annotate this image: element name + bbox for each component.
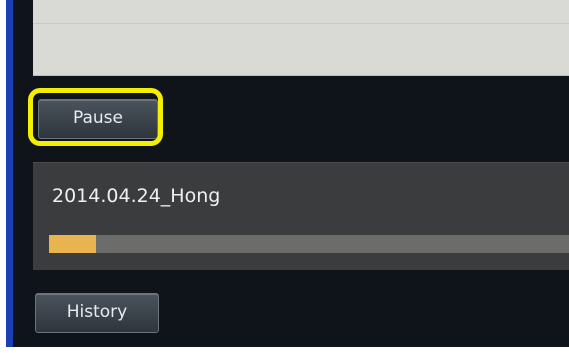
window-left-border <box>6 0 13 347</box>
content-area <box>33 0 569 76</box>
app-frame: Pause 2014.04.24_Hong History <box>0 0 569 353</box>
download-item: 2014.04.24_Hong <box>33 162 569 270</box>
history-button[interactable]: History <box>35 293 159 333</box>
progress-bar <box>49 235 569 253</box>
download-file-name: 2014.04.24_Hong <box>52 185 221 207</box>
progress-bar-fill <box>49 235 96 253</box>
highlight-box <box>28 88 163 146</box>
window-bottom-edge <box>6 347 569 353</box>
